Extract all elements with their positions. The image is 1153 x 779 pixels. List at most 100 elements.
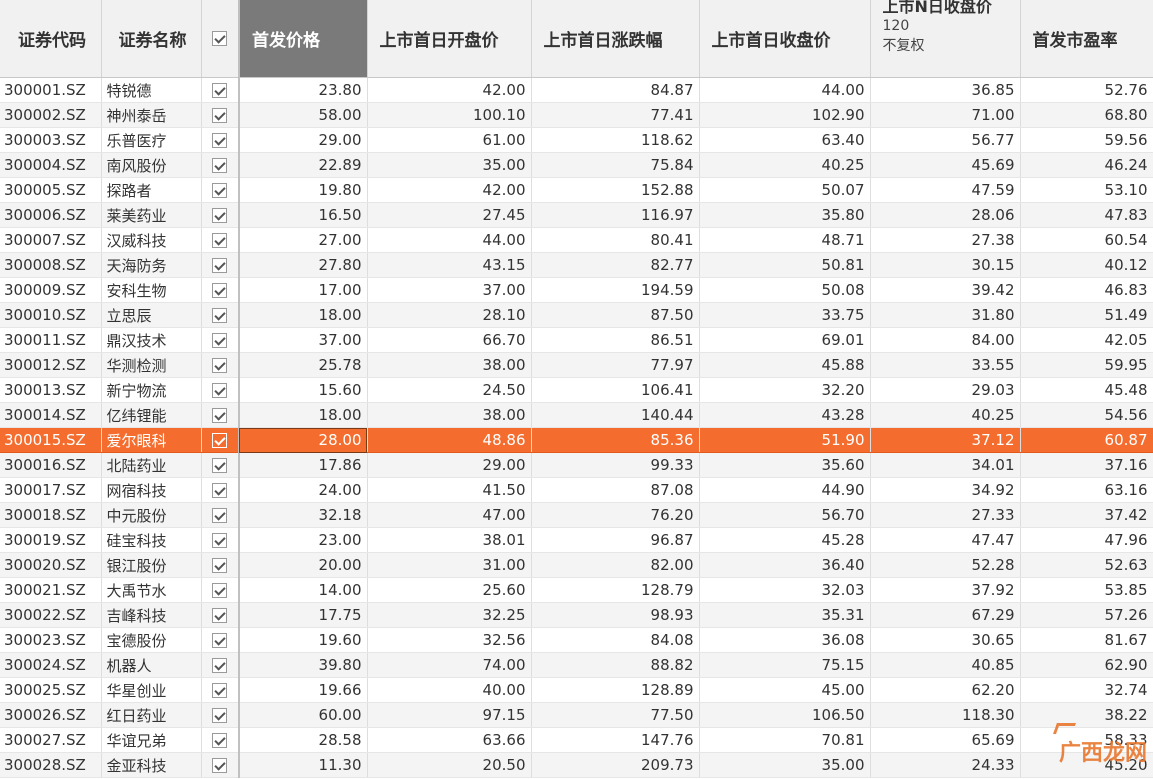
row-first-change[interactable]: 77.41 bbox=[531, 102, 700, 128]
row-checkbox-icon[interactable] bbox=[212, 533, 228, 548]
row-checkbox[interactable] bbox=[201, 602, 240, 628]
row-ipo-pe[interactable]: 62.90 bbox=[1020, 652, 1153, 678]
row-nday-close[interactable]: 67.29 bbox=[870, 602, 1021, 628]
row-first-close[interactable]: 48.71 bbox=[699, 227, 871, 253]
row-checkbox[interactable] bbox=[201, 327, 240, 353]
row-nday-close[interactable]: 84.00 bbox=[870, 327, 1021, 353]
row-first-close[interactable]: 44.90 bbox=[699, 477, 871, 503]
row-first-change[interactable]: 76.20 bbox=[531, 502, 700, 528]
row-ipo-price[interactable]: 27.00 bbox=[239, 227, 368, 253]
row-first-open[interactable]: 27.45 bbox=[367, 202, 532, 228]
row-first-change[interactable]: 98.93 bbox=[531, 602, 700, 628]
table-row[interactable]: 300024.SZ 机器人 39.80 74.00 88.82 75.15 40.85 62.… bbox=[0, 652, 1153, 678]
row-first-open[interactable]: 42.00 bbox=[367, 77, 532, 103]
row-first-open[interactable]: 32.25 bbox=[367, 602, 532, 628]
row-name[interactable]: 华星创业 bbox=[101, 677, 202, 703]
row-name[interactable]: 中元股份 bbox=[101, 502, 202, 528]
row-first-close[interactable]: 32.20 bbox=[699, 377, 871, 403]
row-code[interactable]: 300026.SZ bbox=[0, 702, 102, 728]
table-row[interactable]: 300009.SZ 安科生物 17.00 37.00 194.59 50.08 39.42 4… bbox=[0, 277, 1153, 303]
row-first-close[interactable]: 63.40 bbox=[699, 127, 871, 153]
table-row[interactable]: 300025.SZ 华星创业 19.66 40.00 128.89 45.00 62.20 3… bbox=[0, 677, 1153, 703]
row-first-change[interactable]: 87.50 bbox=[531, 302, 700, 328]
row-ipo-price[interactable]: 17.75 bbox=[239, 602, 368, 628]
row-nday-close[interactable]: 27.33 bbox=[870, 502, 1021, 528]
table-row[interactable]: 300026.SZ 红日药业 60.00 97.15 77.50 106.50 118.30… bbox=[0, 702, 1153, 728]
row-nday-close[interactable]: 24.33 bbox=[870, 752, 1021, 778]
row-first-change[interactable]: 194.59 bbox=[531, 277, 700, 303]
row-first-close[interactable]: 35.80 bbox=[699, 202, 871, 228]
row-checkbox-icon[interactable] bbox=[212, 133, 228, 148]
row-code[interactable]: 300005.SZ bbox=[0, 177, 102, 203]
row-first-close[interactable]: 43.28 bbox=[699, 402, 871, 428]
table-row[interactable]: 300010.SZ 立思辰 18.00 28.10 87.50 33.75 31.80 51.… bbox=[0, 302, 1153, 328]
row-code[interactable]: 300025.SZ bbox=[0, 677, 102, 703]
row-first-change[interactable]: 82.77 bbox=[531, 252, 700, 278]
row-name[interactable]: 立思辰 bbox=[101, 302, 202, 328]
row-first-open[interactable]: 41.50 bbox=[367, 477, 532, 503]
row-first-close[interactable]: 102.90 bbox=[699, 102, 871, 128]
row-name[interactable]: 宝德股份 bbox=[101, 627, 202, 653]
row-nday-close[interactable]: 39.42 bbox=[870, 277, 1021, 303]
row-code[interactable]: 300016.SZ bbox=[0, 452, 102, 478]
table-row[interactable]: 300019.SZ 硅宝科技 23.00 38.01 96.87 45.28 47.47 47… bbox=[0, 527, 1153, 553]
row-ipo-price[interactable]: 17.86 bbox=[239, 452, 368, 478]
row-name[interactable]: 天海防务 bbox=[101, 252, 202, 278]
table-row[interactable]: 300004.SZ 南风股份 22.89 35.00 75.84 40.25 45.69 46… bbox=[0, 152, 1153, 178]
table-row[interactable]: 300014.SZ 亿纬锂能 18.00 38.00 140.44 43.28 40.25 5… bbox=[0, 402, 1153, 428]
row-ipo-pe[interactable]: 63.16 bbox=[1020, 477, 1153, 503]
header-nday-close[interactable]: 上市N日收盘价 120 不复权 bbox=[870, 0, 1021, 78]
row-code[interactable]: 300004.SZ bbox=[0, 152, 102, 178]
row-checkbox-icon[interactable] bbox=[212, 608, 228, 623]
row-first-close[interactable]: 44.00 bbox=[699, 77, 871, 103]
row-first-open[interactable]: 74.00 bbox=[367, 652, 532, 678]
row-first-change[interactable]: 96.87 bbox=[531, 527, 700, 553]
row-checkbox[interactable] bbox=[201, 127, 240, 153]
row-ipo-pe[interactable]: 45.48 bbox=[1020, 377, 1153, 403]
row-ipo-price[interactable]: 32.18 bbox=[239, 502, 368, 528]
row-ipo-price[interactable]: 28.58 bbox=[239, 727, 368, 753]
table-row[interactable]: 300003.SZ 乐普医疗 29.00 61.00 118.62 63.40 56.77 5… bbox=[0, 127, 1153, 153]
row-first-change[interactable]: 85.36 bbox=[531, 427, 700, 453]
row-first-close[interactable]: 35.60 bbox=[699, 452, 871, 478]
row-first-close[interactable]: 70.81 bbox=[699, 727, 871, 753]
row-name[interactable]: 鼎汉技术 bbox=[101, 327, 202, 353]
row-first-close[interactable]: 36.08 bbox=[699, 627, 871, 653]
table-row[interactable]: 300027.SZ 华谊兄弟 28.58 63.66 147.76 70.81 65.69 5… bbox=[0, 727, 1153, 753]
row-nday-close[interactable]: 62.20 bbox=[870, 677, 1021, 703]
row-nday-close[interactable]: 52.28 bbox=[870, 552, 1021, 578]
row-name[interactable]: 莱美药业 bbox=[101, 202, 202, 228]
row-nday-close[interactable]: 36.85 bbox=[870, 77, 1021, 103]
table-row[interactable]: 300020.SZ 银江股份 20.00 31.00 82.00 36.40 52.28 52… bbox=[0, 552, 1153, 578]
table-row[interactable]: 300005.SZ 探路者 19.80 42.00 152.88 50.07 47.59 53… bbox=[0, 177, 1153, 203]
row-ipo-price[interactable]: 23.00 bbox=[239, 527, 368, 553]
row-nday-close[interactable]: 33.55 bbox=[870, 352, 1021, 378]
row-name[interactable]: 安科生物 bbox=[101, 277, 202, 303]
row-nday-close[interactable]: 31.80 bbox=[870, 302, 1021, 328]
row-first-open[interactable]: 48.86 bbox=[367, 427, 532, 453]
row-nday-close[interactable]: 27.38 bbox=[870, 227, 1021, 253]
row-code[interactable]: 300008.SZ bbox=[0, 252, 102, 278]
row-checkbox[interactable] bbox=[201, 552, 240, 578]
row-nday-close[interactable]: 28.06 bbox=[870, 202, 1021, 228]
row-name[interactable]: 华测检测 bbox=[101, 352, 202, 378]
row-checkbox-icon[interactable] bbox=[212, 358, 228, 373]
table-row[interactable]: 300011.SZ 鼎汉技术 37.00 66.70 86.51 69.01 84.00 42… bbox=[0, 327, 1153, 353]
row-checkbox-icon[interactable] bbox=[212, 308, 228, 323]
row-ipo-price[interactable]: 22.89 bbox=[239, 152, 368, 178]
row-first-open[interactable]: 100.10 bbox=[367, 102, 532, 128]
row-nday-close[interactable]: 40.85 bbox=[870, 652, 1021, 678]
row-ipo-price[interactable]: 17.00 bbox=[239, 277, 368, 303]
row-first-open[interactable]: 61.00 bbox=[367, 127, 532, 153]
row-first-change[interactable]: 116.97 bbox=[531, 202, 700, 228]
row-first-open[interactable]: 40.00 bbox=[367, 677, 532, 703]
row-ipo-pe[interactable]: 47.96 bbox=[1020, 527, 1153, 553]
row-first-close[interactable]: 75.15 bbox=[699, 652, 871, 678]
row-first-change[interactable]: 128.79 bbox=[531, 577, 700, 603]
table-row[interactable]: 300008.SZ 天海防务 27.80 43.15 82.77 50.81 30.15 40… bbox=[0, 252, 1153, 278]
row-checkbox[interactable] bbox=[201, 402, 240, 428]
row-checkbox[interactable] bbox=[201, 252, 240, 278]
row-nday-close[interactable]: 71.00 bbox=[870, 102, 1021, 128]
row-ipo-price[interactable]: 28.00 bbox=[239, 427, 368, 453]
row-checkbox[interactable] bbox=[201, 227, 240, 253]
